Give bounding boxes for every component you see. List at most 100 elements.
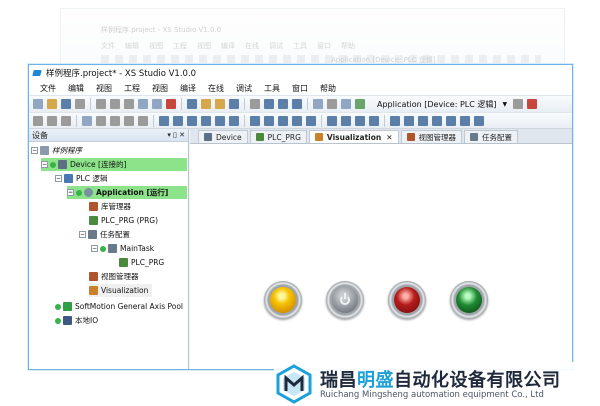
menu-view-2[interactable]: 视图 — [146, 83, 174, 94]
menu-tools[interactable]: 工具 — [258, 83, 286, 94]
toolbar2-icon[interactable] — [369, 115, 379, 126]
print-icon[interactable] — [75, 99, 85, 109]
tab-task-config[interactable]: 任务配置 — [464, 130, 519, 143]
toolbar2-icon[interactable] — [124, 115, 134, 126]
flag-icon[interactable] — [250, 99, 260, 109]
tree-item-label: Device [连接的] — [70, 160, 127, 169]
toolbar2-icon[interactable] — [173, 115, 183, 126]
tree-item-softmotion[interactable]: SoftMotion General Axis Pool — [55, 300, 183, 313]
toolbar2-icon[interactable] — [432, 115, 442, 126]
tree-item-plc-logic[interactable]: − PLC 逻辑 — [55, 172, 107, 185]
yellow-indicator-lamp[interactable] — [264, 281, 302, 319]
close-icon[interactable]: ✕ — [386, 133, 392, 142]
logout-icon[interactable] — [527, 99, 538, 109]
new-file-icon[interactable] — [33, 99, 43, 109]
background-menu-item: 工程 — [173, 42, 187, 50]
tab-plc-prg[interactable]: PLC_PRG — [249, 130, 307, 143]
next-bookmark-icon[interactable] — [264, 99, 274, 109]
toolbar2-icon[interactable] — [292, 115, 302, 126]
cut-icon[interactable] — [124, 99, 134, 109]
find-in-project-icon[interactable] — [215, 99, 225, 109]
toolbar2-icon[interactable] — [201, 115, 211, 126]
tab-device[interactable]: Device — [198, 130, 248, 143]
menu-window[interactable]: 窗口 — [286, 83, 314, 94]
login-icon[interactable] — [513, 99, 524, 109]
toolbar2-icon[interactable] — [229, 115, 239, 126]
menu-debug[interactable]: 调试 — [230, 83, 258, 94]
build-icon[interactable] — [313, 99, 323, 109]
toolbar2-icon[interactable] — [138, 115, 148, 126]
save-icon[interactable] — [61, 99, 71, 109]
tree-item-local-io[interactable]: 本地IO — [55, 314, 98, 327]
toolbar2-icon[interactable] — [355, 115, 365, 126]
tree-item-task-config[interactable]: − 任务配置 — [79, 228, 130, 241]
paste-icon[interactable] — [152, 99, 162, 109]
tree-item-library-manager[interactable]: 库管理器 — [89, 200, 131, 213]
menu-help[interactable]: 帮助 — [314, 83, 342, 94]
toolbar2-icon[interactable] — [278, 115, 288, 126]
collapse-icon[interactable]: − — [79, 231, 86, 238]
red-indicator-lamp[interactable] — [388, 281, 426, 319]
active-application-select[interactable]: Application [Device: PLC 逻辑] ▼ — [373, 98, 511, 111]
copy-icon[interactable] — [138, 99, 148, 109]
rebuild-icon[interactable] — [327, 99, 337, 109]
toolbar-separator — [321, 114, 322, 127]
toolbar2-icon[interactable] — [159, 115, 169, 126]
toolbar2-icon[interactable] — [47, 115, 57, 126]
tab-visualization[interactable]: Visualization ✕ — [308, 130, 399, 143]
toolbar2-icon[interactable] — [96, 115, 106, 126]
toolbar2-icon[interactable] — [215, 115, 225, 126]
tree-item-plc-prg-call[interactable]: PLC_PRG — [119, 256, 164, 269]
pane-controls[interactable]: ▾ ▯ ✕ — [167, 131, 185, 139]
tree-root[interactable]: − 样例程序 — [31, 144, 82, 157]
toolbar2-icon[interactable] — [61, 115, 71, 126]
toolbar2-icon[interactable] — [187, 115, 197, 126]
tree-item-maintask[interactable]: − MainTask — [91, 242, 154, 255]
toolbar2-icon[interactable] — [250, 115, 260, 126]
power-button[interactable] — [326, 281, 364, 319]
collapse-icon[interactable]: − — [91, 245, 98, 252]
redo-icon[interactable] — [110, 99, 120, 109]
menu-file[interactable]: 文件 — [34, 83, 62, 94]
menu-build[interactable]: 编译 — [174, 83, 202, 94]
toolbar2-icon[interactable] — [264, 115, 274, 126]
toolbar2-icon[interactable] — [390, 115, 400, 126]
device-icon[interactable] — [355, 99, 365, 109]
tree-item-visu-manager[interactable]: 视图管理器 — [89, 270, 139, 283]
tree-item-plc-prg[interactable]: PLC_PRG (PRG) — [89, 214, 158, 227]
collapse-icon[interactable]: − — [31, 147, 38, 154]
tree-item-device[interactable]: − Device [连接的] — [41, 158, 187, 171]
menu-online[interactable]: 在线 — [202, 83, 230, 94]
collapse-icon[interactable]: − — [67, 189, 74, 196]
menu-view[interactable]: 视图 — [90, 83, 118, 94]
toolbar2-icon[interactable] — [327, 115, 337, 126]
tab-visu-manager[interactable]: 视图管理器 — [400, 130, 463, 143]
prev-bookmark-icon[interactable] — [278, 99, 288, 109]
collapse-icon[interactable]: − — [41, 161, 48, 168]
bookmark-icon[interactable] — [229, 99, 239, 109]
toolbar2-icon[interactable] — [82, 115, 92, 126]
menu-edit[interactable]: 编辑 — [62, 83, 90, 94]
task-config-icon — [88, 230, 97, 239]
collapse-icon[interactable]: − — [55, 175, 62, 182]
toolbar2-icon[interactable] — [341, 115, 351, 126]
toolbar2-icon[interactable] — [460, 115, 470, 126]
toolbar2-icon[interactable] — [306, 115, 316, 126]
clear-bookmarks-icon[interactable] — [292, 99, 302, 109]
toolbar2-icon[interactable] — [110, 115, 120, 126]
undo-icon[interactable] — [96, 99, 106, 109]
generate-icon[interactable] — [341, 99, 351, 109]
toolbar2-icon[interactable] — [446, 115, 456, 126]
toolbar2-icon[interactable] — [404, 115, 414, 126]
tree-item-visualization[interactable]: Visualization — [89, 284, 153, 297]
toolbar2-icon[interactable] — [474, 115, 484, 126]
replace-icon[interactable] — [201, 99, 211, 109]
tree-item-application[interactable]: − Application [运行] — [67, 186, 187, 199]
menu-project[interactable]: 工程 — [118, 83, 146, 94]
toolbar2-icon[interactable] — [33, 115, 43, 126]
open-folder-icon[interactable] — [47, 99, 57, 109]
delete-icon[interactable] — [166, 99, 176, 109]
toolbar2-icon[interactable] — [418, 115, 428, 126]
find-icon[interactable] — [187, 99, 197, 109]
green-indicator-lamp[interactable] — [450, 281, 488, 319]
